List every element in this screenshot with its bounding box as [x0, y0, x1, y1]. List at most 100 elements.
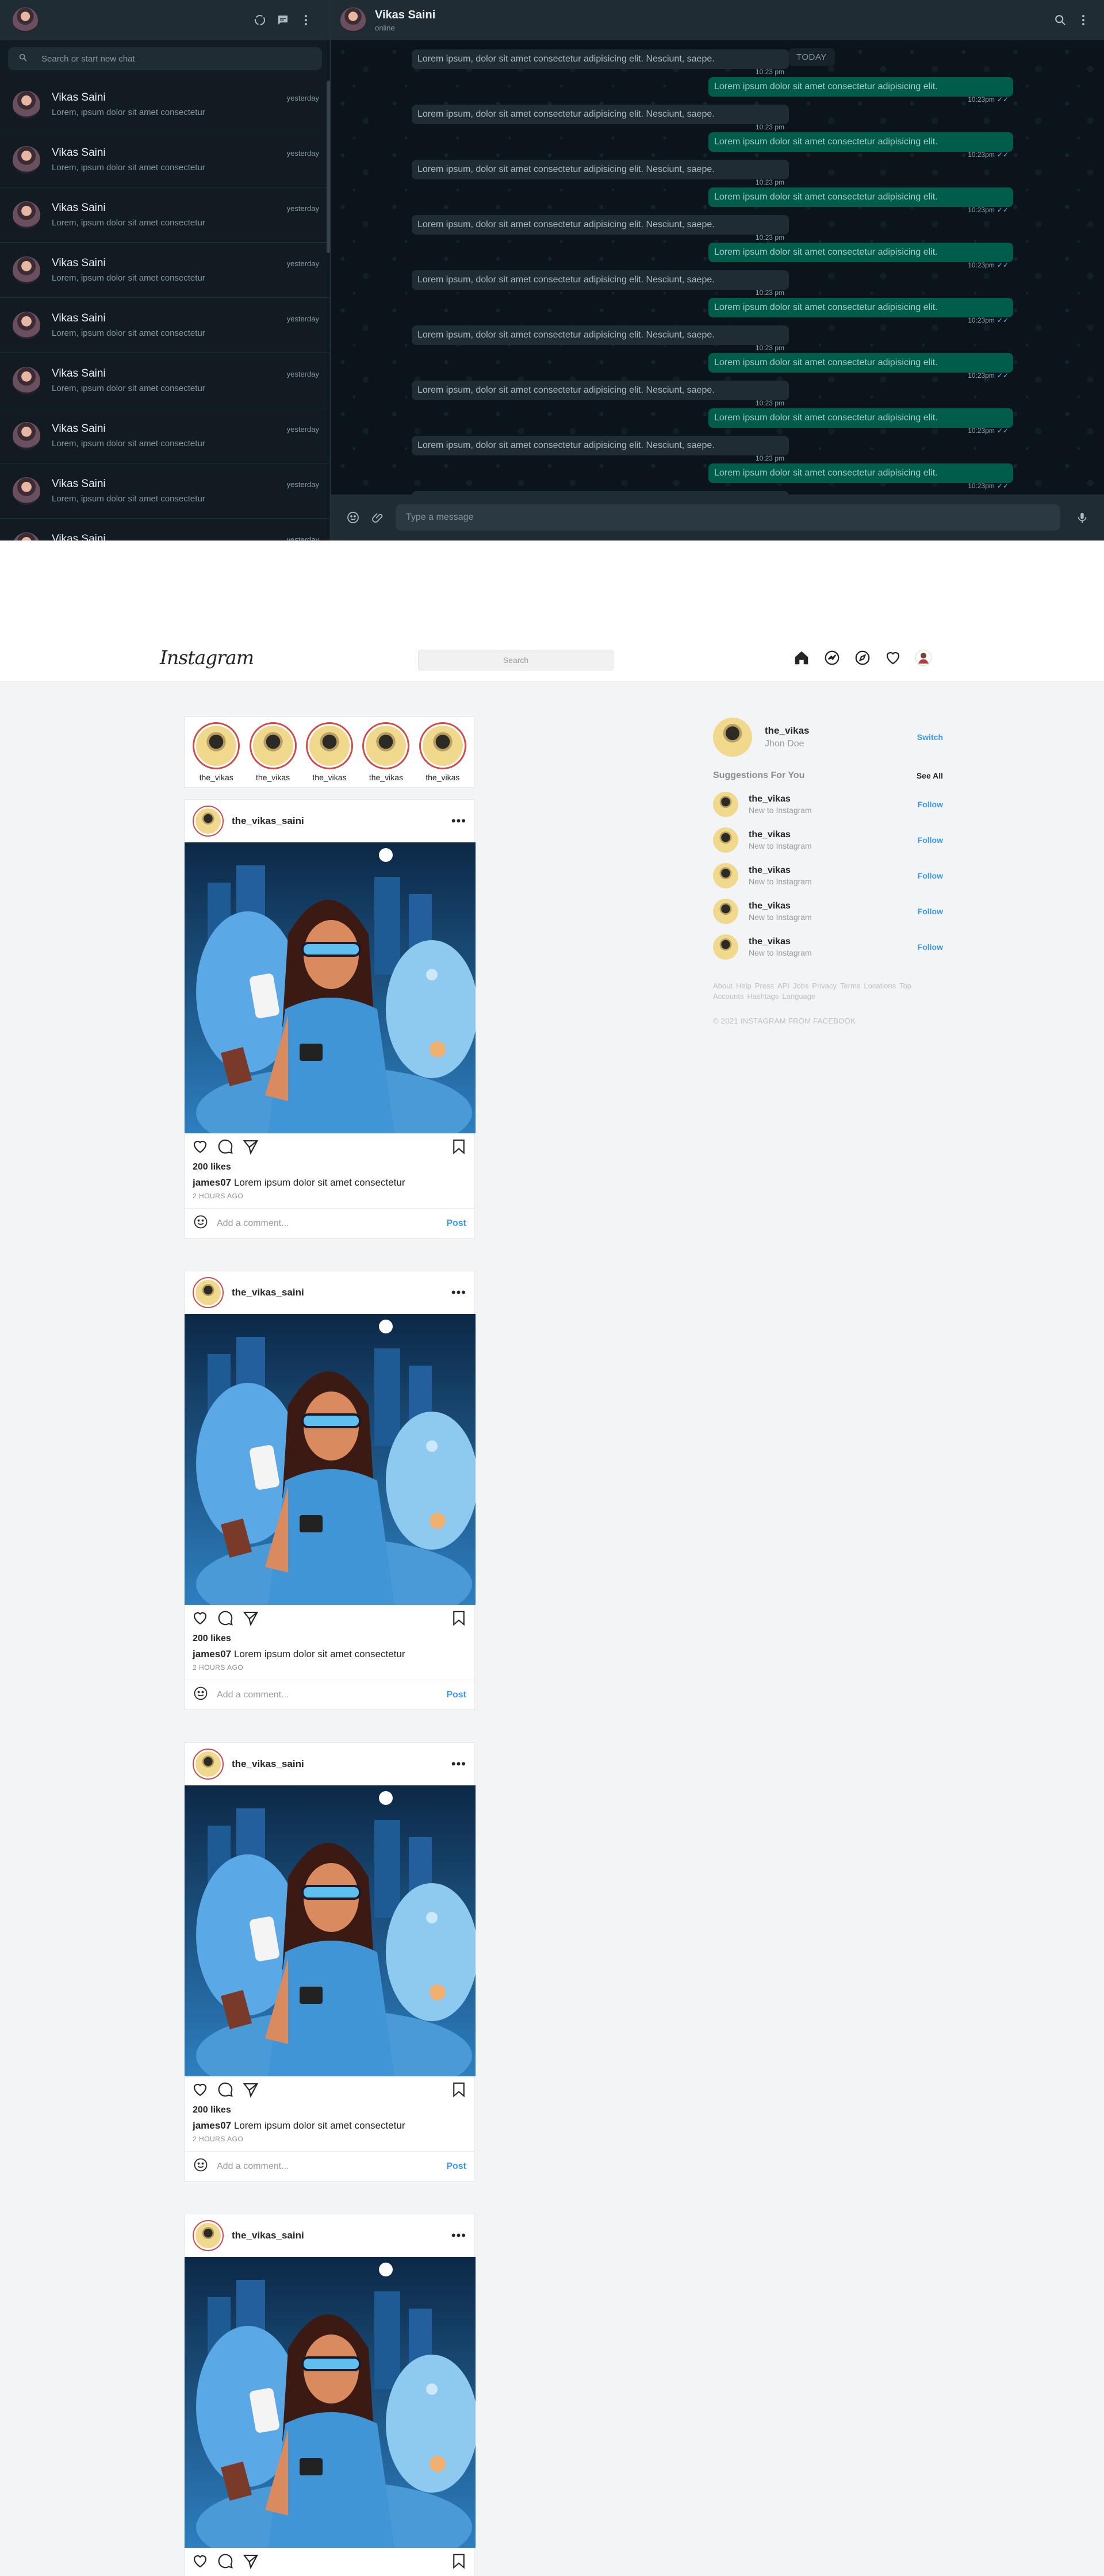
post-avatar[interactable] — [193, 1277, 224, 1308]
current-user-username[interactable]: the_vikas — [765, 725, 917, 737]
footer-link[interactable]: Press — [755, 982, 774, 990]
message-input[interactable]: Type a message — [396, 504, 1060, 531]
like-icon[interactable] — [191, 1609, 209, 1630]
like-icon[interactable] — [191, 2081, 209, 2101]
footer-link[interactable]: Help — [736, 982, 752, 990]
chat-list-item[interactable]: Vikas SainiyesterdayLorem, ipsum dolor s… — [0, 187, 331, 243]
follow-button[interactable]: Follow — [918, 835, 943, 845]
like-icon[interactable] — [191, 1138, 209, 1158]
footer-link[interactable]: Hashtags — [747, 992, 779, 1000]
story-item[interactable]: the_vikas — [301, 722, 358, 782]
suggestion-username[interactable]: the_vikas — [749, 937, 918, 947]
chat-list-item[interactable]: Vikas SainiyesterdayLorem, ipsum dolor s… — [0, 408, 331, 463]
status-icon[interactable] — [248, 9, 271, 32]
chat-list-item[interactable]: Vikas SainiyesterdayLorem, ipsum dolor s… — [0, 519, 331, 540]
suggestion-username[interactable]: the_vikas — [749, 865, 918, 876]
search-input[interactable]: Search or start new chat — [8, 47, 322, 70]
post-avatar[interactable] — [193, 1749, 224, 1780]
post-comment-button[interactable]: Post — [446, 1690, 466, 1700]
suggestion-avatar[interactable] — [713, 934, 738, 960]
more-options-icon[interactable]: ••• — [451, 814, 466, 829]
attach-icon[interactable] — [366, 506, 391, 529]
post-likes[interactable]: 200 likes — [185, 1162, 474, 1172]
caption-username[interactable]: james07 — [193, 1177, 231, 1188]
suggestion-avatar[interactable] — [713, 792, 738, 817]
comment-icon[interactable] — [217, 2552, 234, 2573]
post-username[interactable]: the_vikas_saini — [232, 1287, 451, 1298]
story-item[interactable]: the_vikas — [188, 722, 244, 782]
more-options-icon[interactable]: ••• — [451, 2228, 466, 2243]
bookmark-icon[interactable] — [450, 2081, 467, 2101]
comment-input[interactable]: Add a comment... — [217, 1690, 446, 1700]
chat-list-item[interactable]: Vikas SainiyesterdayLorem, ipsum dolor s… — [0, 132, 331, 187]
post-image[interactable] — [185, 2257, 476, 2548]
more-options-icon[interactable]: ••• — [451, 1757, 466, 1772]
post-username[interactable]: the_vikas_saini — [232, 815, 451, 827]
suggestion-avatar[interactable] — [713, 827, 738, 853]
contact-avatar[interactable] — [340, 7, 366, 33]
comment-icon[interactable] — [217, 1609, 234, 1630]
follow-button[interactable]: Follow — [918, 907, 943, 916]
post-comment-button[interactable]: Post — [446, 2161, 466, 2172]
post-comment-button[interactable]: Post — [446, 1218, 466, 1229]
suggestion-avatar[interactable] — [713, 863, 738, 888]
post-image[interactable] — [185, 1785, 476, 2076]
see-all-button[interactable]: See All — [917, 771, 943, 780]
footer-link[interactable]: Locations — [864, 982, 896, 990]
story-item[interactable]: the_vikas — [358, 722, 414, 782]
profile-icon[interactable] — [913, 647, 934, 668]
caption-username[interactable]: james07 — [193, 2120, 231, 2131]
suggestion-username[interactable]: the_vikas — [749, 901, 918, 911]
chat-list-item[interactable]: Vikas SainiyesterdayLorem, ipsum dolor s… — [0, 298, 331, 353]
mic-icon[interactable] — [1070, 506, 1095, 529]
chat-list-item[interactable]: Vikas SainiyesterdayLorem, ipsum dolor s… — [0, 77, 331, 132]
caption-username[interactable]: james07 — [193, 1649, 231, 1659]
share-icon[interactable] — [242, 1609, 259, 1630]
emoji-icon[interactable] — [193, 2157, 209, 2176]
comment-icon[interactable] — [217, 2081, 234, 2101]
post-likes[interactable]: 200 likes — [185, 1634, 474, 1644]
emoji-icon[interactable] — [340, 506, 366, 529]
footer-link[interactable]: About — [713, 982, 733, 990]
chat-list-item[interactable]: Vikas SainiyesterdayLorem, ipsum dolor s… — [0, 463, 331, 519]
chat-list-item[interactable]: Vikas SainiyesterdayLorem, ipsum dolor s… — [0, 353, 331, 408]
share-icon[interactable] — [242, 1138, 259, 1158]
switch-button[interactable]: Switch — [917, 733, 943, 742]
story-item[interactable]: the_vikas — [244, 722, 301, 782]
contact-info[interactable]: Vikas Saini online — [375, 9, 1049, 32]
comment-input[interactable]: Add a comment... — [217, 2161, 446, 2172]
post-image[interactable] — [185, 842, 476, 1133]
footer-link[interactable]: Terms — [840, 982, 860, 990]
share-icon[interactable] — [242, 2552, 259, 2573]
post-username[interactable]: the_vikas_saini — [232, 2230, 451, 2241]
emoji-icon[interactable] — [193, 1685, 209, 1704]
suggestion-username[interactable]: the_vikas — [749, 794, 918, 804]
menu-icon[interactable] — [294, 9, 317, 32]
home-icon[interactable] — [791, 647, 812, 668]
footer-link[interactable]: Privacy — [812, 982, 837, 990]
share-icon[interactable] — [242, 2081, 259, 2101]
bookmark-icon[interactable] — [450, 2552, 467, 2573]
follow-button[interactable]: Follow — [918, 942, 943, 952]
messenger-icon[interactable] — [822, 647, 842, 668]
post-image[interactable] — [185, 1314, 476, 1605]
current-user-avatar[interactable] — [713, 718, 752, 757]
suggestion-username[interactable]: the_vikas — [749, 830, 918, 840]
post-avatar[interactable] — [193, 2220, 224, 2251]
bookmark-icon[interactable] — [450, 1138, 467, 1158]
follow-button[interactable]: Follow — [918, 871, 943, 880]
story-item[interactable]: the_vikas — [415, 722, 471, 782]
heart-icon[interactable] — [883, 647, 903, 668]
post-username[interactable]: the_vikas_saini — [232, 1758, 451, 1770]
like-icon[interactable] — [191, 2552, 209, 2573]
chat-list-scrollbar[interactable] — [327, 80, 330, 253]
comment-icon[interactable] — [217, 1138, 234, 1158]
instagram-logo[interactable]: Instagram — [160, 646, 254, 669]
ig-search-input[interactable]: Search — [418, 650, 614, 670]
search-icon[interactable] — [1049, 9, 1072, 32]
comment-input[interactable]: Add a comment... — [217, 1218, 446, 1229]
bookmark-icon[interactable] — [450, 1609, 467, 1630]
new-chat-icon[interactable] — [271, 9, 294, 32]
more-options-icon[interactable]: ••• — [451, 1285, 466, 1300]
suggestion-avatar[interactable] — [713, 899, 738, 924]
